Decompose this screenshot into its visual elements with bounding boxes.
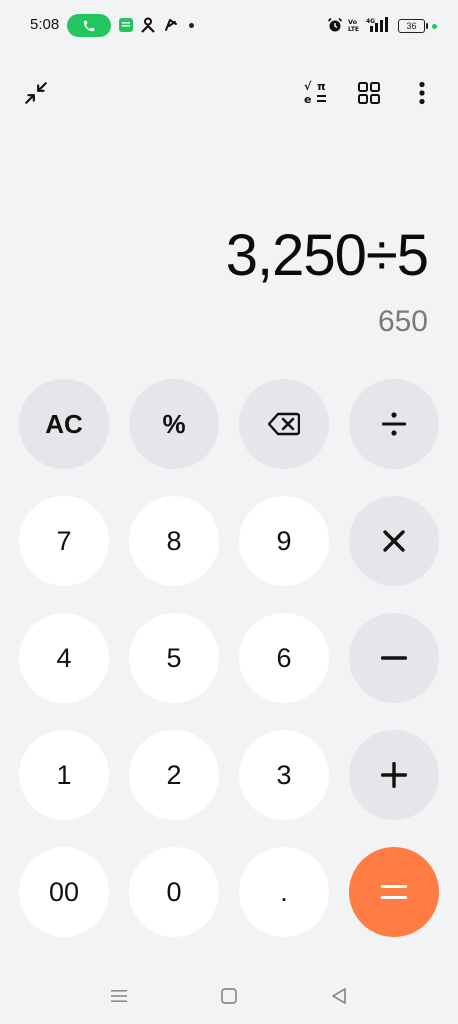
grid-view-button[interactable] — [352, 76, 386, 110]
battery-level: 36 — [406, 21, 417, 31]
collapse-icon — [25, 82, 47, 104]
percent-button[interactable]: % — [129, 379, 219, 469]
svg-text:π: π — [317, 80, 326, 93]
divide-button[interactable]: ÷ — [349, 379, 439, 469]
scientific-mode-button[interactable]: √ π e — [299, 76, 333, 110]
expression-display: 3,250÷5 — [225, 223, 429, 288]
alarm-icon — [327, 17, 343, 32]
backspace-icon — [268, 412, 300, 436]
scientific-mode-icon: √ π e — [304, 80, 326, 106]
status-bar: 5:08 Vo LTE 4G 36 — [0, 0, 458, 52]
home-button[interactable] — [217, 984, 241, 1008]
app-notification-icon — [119, 18, 133, 32]
equals-icon — [381, 885, 407, 899]
more-options-button[interactable] — [405, 76, 439, 110]
result-preview: 650 — [377, 305, 428, 338]
decimal-button[interactable]: . — [239, 847, 329, 937]
signal-icon: 4G — [366, 17, 388, 32]
digit-5-button[interactable]: 5 — [129, 613, 219, 703]
digit-1-button[interactable]: 1 — [19, 730, 109, 820]
digit-0-button[interactable]: 0 — [129, 847, 219, 937]
svg-text:4G: 4G — [366, 18, 375, 25]
more-vertical-icon — [419, 81, 425, 105]
backspace-button[interactable] — [239, 379, 329, 469]
status-time: 5:08 — [30, 16, 60, 33]
digit-2-button[interactable]: 2 — [129, 730, 219, 820]
svg-text:LTE: LTE — [348, 26, 359, 33]
ongoing-call-pill[interactable] — [67, 14, 111, 37]
double-zero-button[interactable]: 00 — [19, 847, 109, 937]
grid-icon — [358, 82, 380, 104]
digit-8-button[interactable]: 8 — [129, 496, 219, 586]
svg-text:Vo: Vo — [348, 18, 358, 26]
person-notification-icon — [141, 17, 155, 33]
plus-button[interactable]: + — [349, 730, 439, 820]
digit-9-button[interactable]: 9 — [239, 496, 329, 586]
privacy-indicator-dot — [432, 24, 437, 29]
battery-icon: 36 — [398, 19, 428, 33]
digit-7-button[interactable]: 7 — [19, 496, 109, 586]
phone-icon — [83, 20, 95, 31]
minus-button[interactable]: − — [349, 613, 439, 703]
volte-icon: VoLTE — [348, 18, 359, 33]
minus-icon — [381, 656, 407, 660]
back-icon — [332, 988, 346, 1004]
svg-text:e: e — [304, 93, 311, 106]
clear-button[interactable]: AC — [19, 379, 109, 469]
app-notification-icon — [165, 19, 177, 31]
back-button[interactable] — [327, 984, 351, 1008]
plus-icon — [381, 762, 407, 788]
collapse-button[interactable] — [19, 76, 53, 110]
digit-3-button[interactable]: 3 — [239, 730, 329, 820]
recent-apps-button[interactable] — [107, 984, 131, 1008]
more-notifications-dot — [189, 23, 194, 28]
multiply-button[interactable]: × — [349, 496, 439, 586]
digit-4-button[interactable]: 4 — [19, 613, 109, 703]
home-icon — [221, 988, 237, 1004]
menu-icon — [111, 990, 127, 1002]
svg-text:√: √ — [304, 80, 312, 93]
digit-6-button[interactable]: 6 — [239, 613, 329, 703]
divide-icon — [382, 412, 406, 436]
equals-button[interactable]: = — [349, 847, 439, 937]
multiply-icon — [383, 530, 405, 552]
